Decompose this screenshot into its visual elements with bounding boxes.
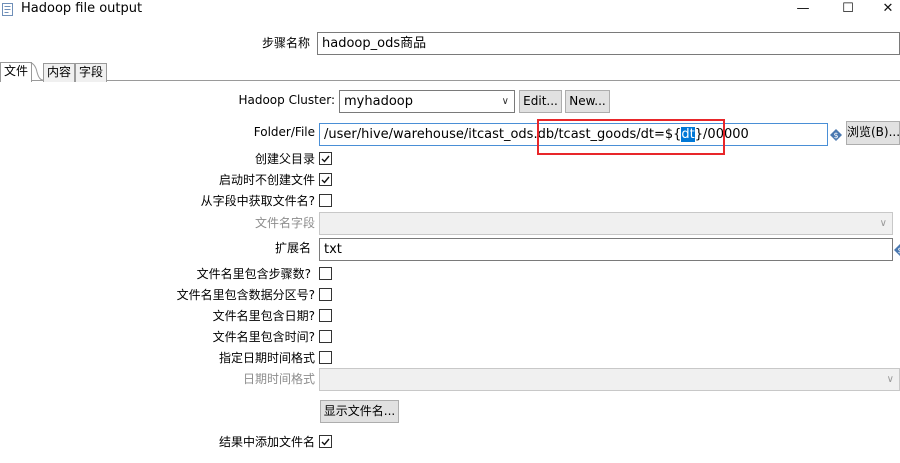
date-format-select: ∨ <box>319 368 900 391</box>
filename-field-label: 文件名字段 <box>254 216 315 230</box>
include-stepnr-label: 文件名里包含步骤数? <box>196 267 311 281</box>
window-title: Hadoop file output <box>21 1 143 16</box>
checkmark-icon <box>321 155 330 163</box>
chevron-down-icon: ∨ <box>879 218 887 229</box>
browse-button[interactable]: 浏览(B)... <box>846 121 900 145</box>
chevron-down-icon: ∨ <box>501 96 509 107</box>
step-name-input[interactable]: hadoop_ods商品 <box>317 32 900 55</box>
filename-from-field-label: 从字段中获取文件名? <box>200 194 315 208</box>
tab-fields[interactable]: 字段 <box>75 63 108 82</box>
include-partnr-checkbox[interactable] <box>319 288 332 301</box>
checkmark-icon <box>321 438 330 446</box>
filename-field-select: ∨ <box>319 212 893 235</box>
maximize-button[interactable]: ☐ <box>833 0 863 16</box>
variable-icon: $ <box>830 129 842 141</box>
app-icon <box>2 3 13 16</box>
tab-content[interactable]: 内容 <box>43 63 76 82</box>
extension-input[interactable]: txt <box>319 238 893 261</box>
include-time-checkbox[interactable] <box>319 330 332 343</box>
chevron-down-icon: ∨ <box>886 374 894 385</box>
specify-format-checkbox[interactable] <box>319 351 332 364</box>
create-parent-label: 创建父目录 <box>254 152 315 166</box>
filename-from-field-checkbox[interactable] <box>319 194 332 207</box>
add-to-result-checkbox[interactable] <box>319 435 332 448</box>
cluster-label: Hadoop Cluster: <box>238 93 335 107</box>
variable-icon: $ <box>894 244 900 256</box>
close-button[interactable]: ✕ <box>873 0 900 16</box>
title-bar: Hadoop file output — ☐ ✕ <box>0 0 900 22</box>
specify-format-label: 指定日期时间格式 <box>218 351 315 365</box>
new-cluster-button[interactable]: New... <box>565 90 610 113</box>
cluster-select[interactable]: myhadoop ∨ <box>339 90 515 113</box>
include-date-checkbox[interactable] <box>319 309 332 322</box>
date-format-label: 日期时间格式 <box>242 372 315 386</box>
checkmark-icon <box>321 176 330 184</box>
folder-file-label: Folder/File <box>253 125 315 139</box>
create-parent-checkbox[interactable] <box>319 152 332 165</box>
edit-cluster-button[interactable]: Edit... <box>519 90 562 113</box>
include-date-label: 文件名里包含日期? <box>212 309 315 323</box>
no-create-at-start-checkbox[interactable] <box>319 173 332 186</box>
include-partnr-label: 文件名里包含数据分区号? <box>176 288 315 302</box>
tab-strip-line <box>0 80 900 81</box>
show-filenames-button[interactable]: 显示文件名... <box>320 400 399 423</box>
tab-curve <box>27 62 43 81</box>
include-stepnr-checkbox[interactable] <box>319 267 332 280</box>
cluster-value: myhadoop <box>344 94 413 109</box>
highlight-box <box>537 119 725 155</box>
no-create-at-start-label: 启动时不创建文件 <box>218 173 315 187</box>
add-to-result-label: 结果中添加文件名 <box>218 435 315 449</box>
svg-text:$: $ <box>833 131 838 140</box>
include-time-label: 文件名里包含时间? <box>212 330 315 344</box>
minimize-button[interactable]: — <box>788 0 818 16</box>
step-name-label: 步骤名称 <box>261 36 310 50</box>
extension-label: 扩展名 <box>274 241 311 255</box>
